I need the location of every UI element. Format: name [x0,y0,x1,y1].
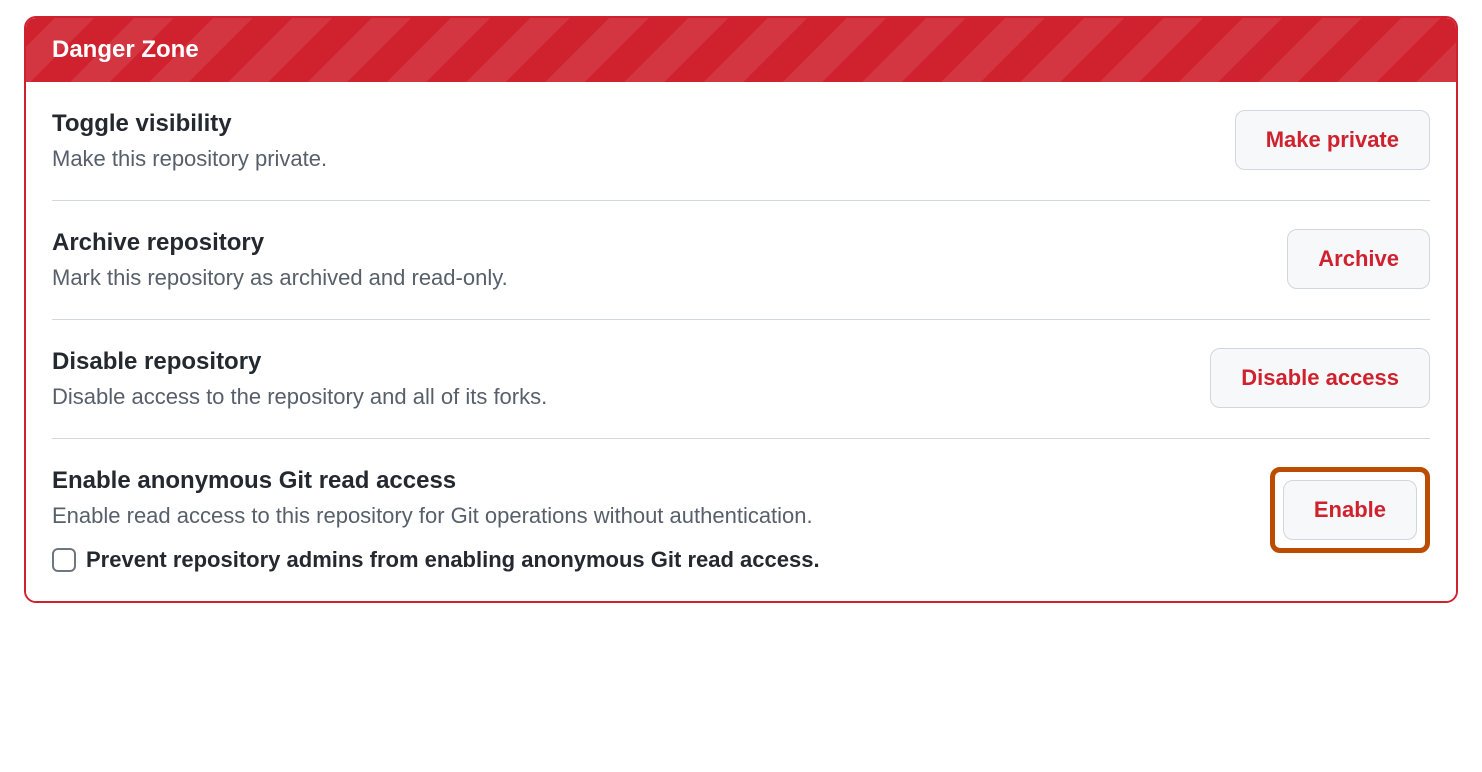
prevent-admins-checkbox[interactable] [52,548,76,572]
toggle-visibility-row: Toggle visibility Make this repository p… [52,82,1430,201]
anonymous-git-read-text: Enable anonymous Git read access Enable … [52,467,1270,573]
archive-repository-text: Archive repository Mark this repository … [52,229,1287,291]
disable-repository-row: Disable repository Disable access to the… [52,320,1430,439]
archive-repository-desc: Mark this repository as archived and rea… [52,265,1263,291]
archive-repository-title: Archive repository [52,229,1263,257]
toggle-visibility-desc: Make this repository private. [52,146,1211,172]
toggle-visibility-title: Toggle visibility [52,110,1211,138]
danger-zone-panel: Danger Zone Toggle visibility Make this … [24,16,1458,603]
anonymous-git-read-title: Enable anonymous Git read access [52,467,1246,495]
disable-access-button[interactable]: Disable access [1210,348,1430,408]
danger-zone-header: Danger Zone [26,18,1456,82]
danger-zone-title: Danger Zone [52,36,199,63]
archive-button[interactable]: Archive [1287,229,1430,289]
make-private-button[interactable]: Make private [1235,110,1430,170]
prevent-admins-checkbox-label: Prevent repository admins from enabling … [86,547,820,573]
archive-repository-row: Archive repository Mark this repository … [52,201,1430,320]
enable-button-highlight: Enable [1270,467,1430,553]
anonymous-git-read-desc: Enable read access to this repository fo… [52,503,1246,529]
disable-repository-text: Disable repository Disable access to the… [52,348,1210,410]
anonymous-git-read-row: Enable anonymous Git read access Enable … [52,439,1430,601]
enable-anonymous-git-button[interactable]: Enable [1283,480,1417,540]
toggle-visibility-text: Toggle visibility Make this repository p… [52,110,1235,172]
prevent-admins-checkbox-row: Prevent repository admins from enabling … [52,547,1246,573]
disable-repository-desc: Disable access to the repository and all… [52,384,1186,410]
disable-repository-title: Disable repository [52,348,1186,376]
danger-zone-body: Toggle visibility Make this repository p… [26,82,1456,601]
